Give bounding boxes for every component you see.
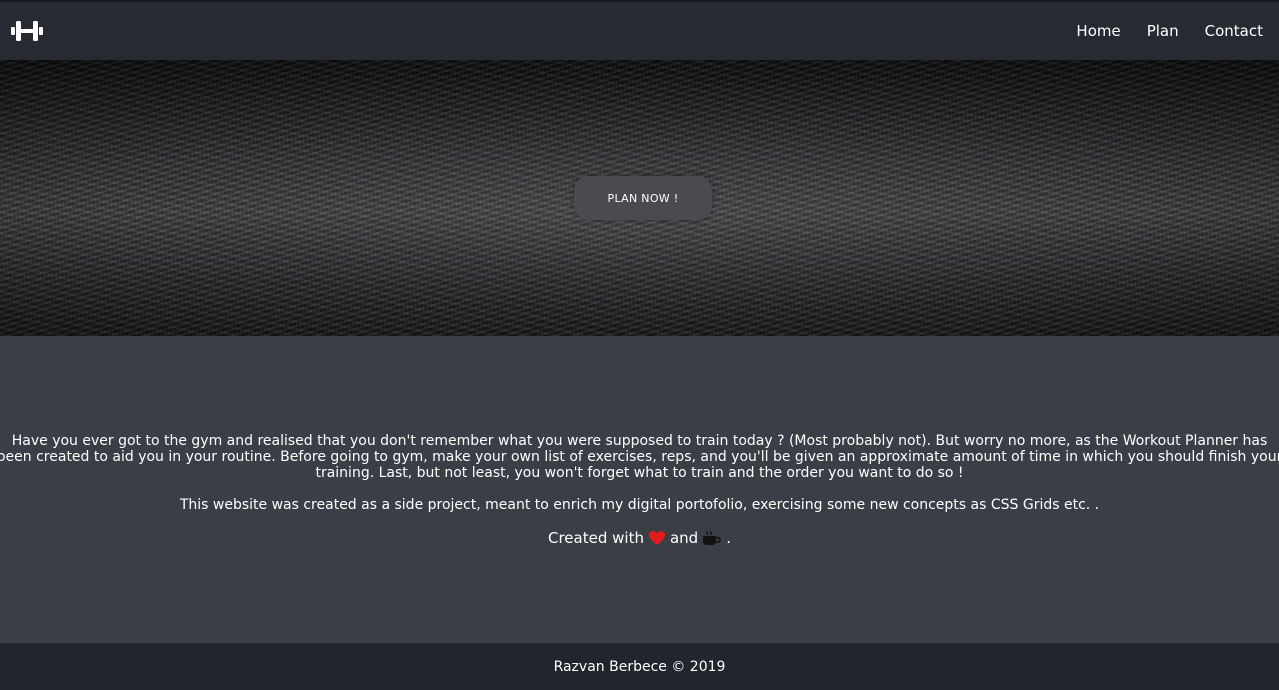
credits-prefix: Created with: [548, 529, 644, 547]
coffee-icon: [702, 530, 722, 546]
nav-home[interactable]: Home: [1076, 22, 1120, 40]
plan-now-button[interactable]: PLAN NOW !: [574, 176, 712, 220]
nav-plan[interactable]: Plan: [1147, 22, 1179, 40]
footer-copyright: Razvan Berbece © 2019: [553, 658, 726, 675]
intro-paragraph: Have you ever got to the gym and realise…: [0, 433, 1279, 481]
about-section: Have you ever got to the gym and realise…: [0, 336, 1279, 643]
credits-line: Created with and .: [0, 529, 1279, 547]
main-nav: Home Plan Contact: [1076, 22, 1263, 40]
dumbbell-icon: [11, 21, 43, 41]
footer: Razvan Berbece © 2019: [0, 643, 1279, 690]
heart-icon: [648, 530, 666, 546]
hero-banner: PLAN NOW !: [0, 60, 1279, 336]
credits-suffix: .: [726, 529, 731, 547]
nav-contact[interactable]: Contact: [1205, 22, 1263, 40]
credits-and: and: [669, 529, 699, 547]
logo-link[interactable]: [10, 17, 44, 45]
navbar: Home Plan Contact: [0, 2, 1279, 60]
project-paragraph: This website was created as a side proje…: [179, 497, 1100, 513]
